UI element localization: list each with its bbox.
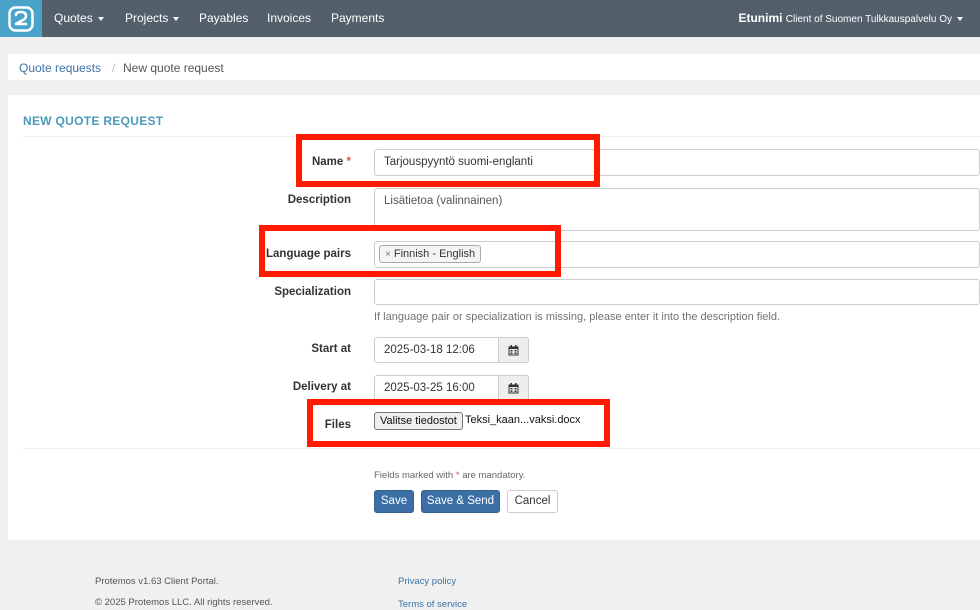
user-client-info: Client of Suomen Tulkkauspalvelu Oy bbox=[785, 14, 952, 25]
terms-of-service-link[interactable]: Terms of service bbox=[398, 599, 467, 610]
delivery-at-calendar-button[interactable] bbox=[498, 375, 529, 401]
specialization-help-text: If language pair or specialization is mi… bbox=[374, 311, 781, 323]
user-name: Etunimi bbox=[738, 11, 783, 25]
specialization-label: Specialization bbox=[274, 286, 351, 298]
nav-projects[interactable]: Projects bbox=[125, 0, 180, 37]
user-menu[interactable]: Etunimi Client of Suomen Tulkkauspalvelu… bbox=[738, 0, 963, 37]
nav-payables[interactable]: Payables bbox=[199, 0, 248, 37]
chevron-down-icon bbox=[97, 16, 104, 21]
nav-payments-label: Payments bbox=[331, 11, 385, 25]
footer-version: Protemos v1.63 Client Portal. bbox=[95, 576, 219, 587]
start-at-calendar-button[interactable] bbox=[498, 337, 529, 363]
save-button[interactable]: Save bbox=[374, 490, 414, 513]
logo[interactable] bbox=[0, 0, 42, 37]
privacy-policy-link[interactable]: Privacy policy bbox=[398, 576, 456, 587]
divider bbox=[23, 448, 980, 449]
start-at-label: Start at bbox=[311, 343, 351, 355]
nav-invoices-label: Invoices bbox=[267, 11, 312, 25]
chevron-down-icon bbox=[957, 16, 963, 21]
breadcrumb-current: New quote request bbox=[123, 61, 224, 75]
breadcrumb: Quote requests / New quote request bbox=[8, 54, 980, 80]
footer-copyright: © 2025 Protemos LLC. All rights reserved… bbox=[95, 597, 273, 608]
page-title: NEW QUOTE REQUEST bbox=[23, 114, 164, 128]
highlight-box-name bbox=[296, 134, 600, 187]
mandatory-note: Fields marked with * are mandatory. bbox=[374, 470, 525, 481]
mandatory-note-post: are mandatory. bbox=[462, 470, 526, 481]
nav-payables-label: Payables bbox=[199, 11, 249, 25]
description-label: Description bbox=[287, 194, 351, 206]
specialization-select[interactable] bbox=[374, 279, 980, 305]
start-at-value: 2025-03-18 12:06 bbox=[384, 344, 475, 356]
description-placeholder: Lisätietoa (valinnainen) bbox=[384, 195, 503, 207]
breadcrumb-separator: / bbox=[112, 61, 116, 75]
start-at-input[interactable]: 2025-03-18 12:06 bbox=[374, 337, 529, 363]
cancel-button[interactable]: Cancel bbox=[507, 490, 558, 513]
delivery-at-label: Delivery at bbox=[292, 381, 351, 393]
delivery-at-value: 2025-03-25 16:00 bbox=[384, 382, 475, 394]
highlight-box-language-pairs bbox=[259, 225, 561, 277]
nav-projects-label: Projects bbox=[125, 11, 169, 25]
top-navbar: Quotes Projects Payables Invoices Paymen… bbox=[0, 0, 980, 37]
breadcrumb-quote-requests-link[interactable]: Quote requests bbox=[19, 61, 101, 75]
chevron-down-icon bbox=[173, 16, 180, 21]
mandatory-note-pre: Fields marked with bbox=[374, 470, 454, 481]
nav-quotes[interactable]: Quotes bbox=[54, 0, 104, 37]
nav-payments[interactable]: Payments bbox=[331, 0, 384, 37]
save-and-send-button[interactable]: Save & Send bbox=[421, 490, 500, 513]
nav-invoices[interactable]: Invoices bbox=[267, 0, 311, 37]
files-label: Files bbox=[324, 419, 351, 431]
highlight-box-files bbox=[307, 399, 610, 447]
nav-quotes-label: Quotes bbox=[54, 11, 93, 25]
required-mark: * bbox=[455, 470, 460, 481]
delivery-at-input[interactable]: 2025-03-25 16:00 bbox=[374, 375, 529, 401]
